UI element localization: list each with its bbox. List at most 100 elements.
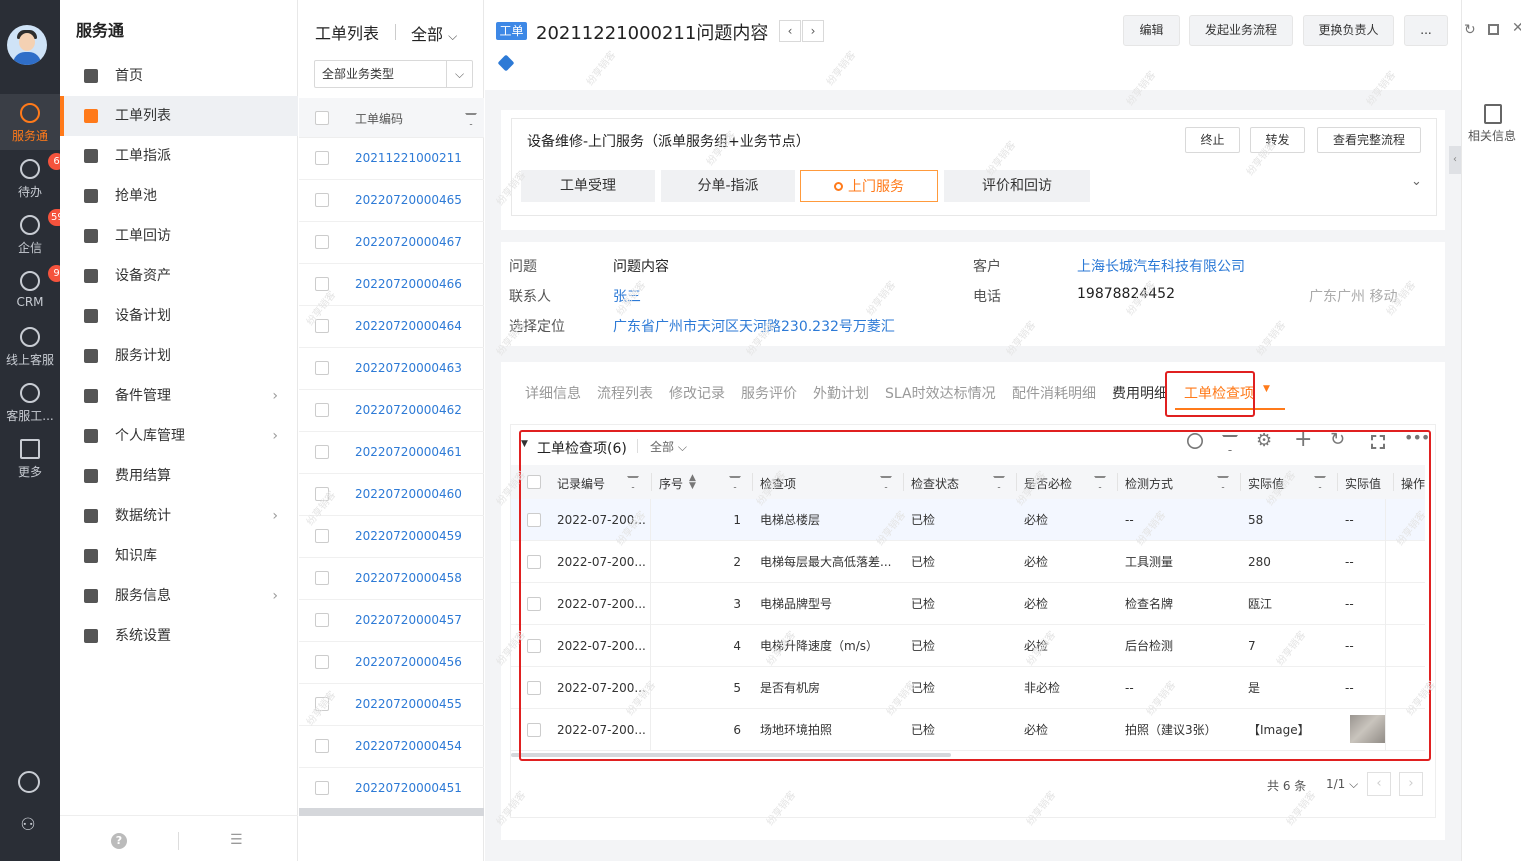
view-full-flow-button[interactable]: 查看完整流程 [1317, 127, 1421, 153]
row-checkbox[interactable] [315, 403, 329, 417]
menu-item-10[interactable]: 费用结算 [60, 456, 298, 496]
row-checkbox[interactable] [315, 781, 329, 795]
next-ticket-button[interactable]: › [802, 20, 824, 42]
record-link[interactable]: 2022-07-200... [557, 667, 649, 709]
help-icon[interactable]: ? [111, 833, 127, 849]
ticket-code-link[interactable]: 20211221000211 [355, 151, 462, 165]
ticket-code-link[interactable]: 20220720000462 [355, 403, 462, 417]
tab-3[interactable]: 服务评价 [741, 383, 797, 403]
row-checkbox[interactable] [527, 681, 541, 695]
collapse-side-handle[interactable]: ‹ [1449, 146, 1461, 174]
expand-flow-icon[interactable]: ⌄ [1411, 174, 1422, 189]
record-link[interactable]: 2022-07-200... [557, 709, 649, 751]
row-checkbox[interactable] [527, 639, 541, 653]
start-flow-button[interactable]: 发起业务流程 [1189, 15, 1293, 46]
table-scrollbar[interactable] [511, 753, 951, 757]
filter-icon[interactable] [880, 476, 892, 488]
collapse-menu-icon[interactable]: ☰ [230, 832, 246, 848]
menu-item-7[interactable]: 服务计划 [60, 336, 298, 376]
menu-item-11[interactable]: 数据统计 › [60, 496, 298, 536]
next-page-button[interactable]: › [1399, 772, 1423, 796]
table-row[interactable]: 2022-07-200... 4 电梯升降速度（m/s） 已检 必检 后台检测 7 -- [511, 625, 1425, 667]
list-item[interactable]: 20220720000458 [299, 558, 484, 600]
list-item[interactable]: 20211221000211 [299, 138, 484, 180]
table-filter-dropdown[interactable]: 全部 ⌵ [650, 438, 687, 455]
related-info-label[interactable]: 相关信息 [1468, 127, 1516, 144]
rail-item-2[interactable]: 59 企信 [0, 206, 67, 262]
tab-0[interactable]: 详细信息 [525, 383, 581, 403]
prev-ticket-button[interactable]: ‹ [779, 20, 801, 42]
record-link[interactable]: 2022-07-200... [557, 625, 649, 667]
row-checkbox[interactable] [315, 319, 329, 333]
check-item-link[interactable]: 电梯品牌型号 [760, 583, 898, 625]
menu-item-9[interactable]: 个人库管理 › [60, 416, 298, 456]
business-type-select[interactable]: 全部业务类型 ⌵ [314, 60, 473, 88]
menu-item-3[interactable]: 抢单池 [60, 176, 298, 216]
menu-item-4[interactable]: 工单回访 [60, 216, 298, 256]
menu-item-5[interactable]: 设备资产 [60, 256, 298, 296]
row-checkbox[interactable] [315, 151, 329, 165]
ticket-code-link[interactable]: 20220720000454 [355, 739, 462, 753]
tab-8[interactable]: 工单检查项 [1184, 383, 1254, 403]
ticket-code-link[interactable]: 20220720000460 [355, 487, 462, 501]
select-all-checkbox[interactable] [315, 111, 329, 125]
ticket-code-link[interactable]: 20220720000459 [355, 529, 462, 543]
tab-5[interactable]: SLA时效达标情况 [885, 383, 996, 403]
record-link[interactable]: 2022-07-200... [557, 541, 649, 583]
ticket-code-link[interactable]: 20220720000456 [355, 655, 462, 669]
photo-thumbnail[interactable] [1350, 715, 1386, 743]
row-checkbox[interactable] [527, 513, 541, 527]
search-icon[interactable] [1187, 433, 1203, 449]
table-row[interactable]: 2022-07-200... 2 电梯每层最大高低落差... 已检 必检 工具测量 280 -… [511, 541, 1425, 583]
row-checkbox[interactable] [315, 613, 329, 627]
check-item-link[interactable]: 场地环境拍照 [760, 709, 898, 751]
select-all-rows-checkbox[interactable] [527, 475, 541, 489]
row-checkbox[interactable] [315, 277, 329, 291]
tab-6[interactable]: 配件消耗明细 [1012, 383, 1096, 403]
flow-step-accept[interactable]: 工单受理 [521, 170, 655, 202]
flow-step-onsite[interactable]: 上门服务 [800, 170, 938, 202]
ticket-code-link[interactable]: 20220720000467 [355, 235, 462, 249]
contact-link[interactable]: 张三 [613, 286, 641, 306]
refresh-page-icon[interactable]: ↻ [1464, 22, 1476, 38]
filter-icon[interactable] [1217, 476, 1229, 488]
customer-link[interactable]: 上海长城汽车科技有限公司 [1077, 256, 1245, 276]
rail-item-1[interactable]: 6 待办 [0, 150, 65, 206]
table-row[interactable]: 2022-07-200... 6 场地环境拍照 已检 必检 拍照（建议3张） 【Image】 [511, 709, 1425, 751]
rail-item-0[interactable]: 服务通 [0, 94, 60, 150]
more-icon[interactable]: ••• [1404, 428, 1430, 447]
edit-button[interactable]: 编辑 [1123, 15, 1180, 46]
filter-icon[interactable] [1222, 435, 1238, 451]
list-item[interactable]: 20220720000463 [299, 348, 484, 390]
row-checkbox[interactable] [527, 723, 541, 737]
list-item[interactable]: 20220720000466 [299, 264, 484, 306]
settings-gear-icon[interactable] [18, 771, 40, 793]
avatar[interactable] [7, 25, 47, 65]
tab-2[interactable]: 修改记录 [669, 383, 725, 403]
check-item-link[interactable]: 电梯升降速度（m/s） [760, 625, 898, 667]
list-item[interactable]: 20220720000454 [299, 726, 484, 768]
table-row[interactable]: 2022-07-200... 3 电梯品牌型号 已检 必检 检查名牌 瓯江 -- [511, 583, 1425, 625]
table-row[interactable]: 2022-07-200... 5 是否有机房 已检 非必检 -- 是 -- [511, 667, 1425, 709]
ticket-code-link[interactable]: 20220720000451 [355, 781, 462, 795]
filter-icon[interactable] [465, 113, 477, 125]
list-item[interactable]: 20220720000457 [299, 600, 484, 642]
list-filter-dropdown[interactable]: 全部 ⌵ [411, 21, 457, 45]
menu-item-12[interactable]: 知识库 [60, 536, 298, 576]
fullscreen-icon[interactable] [1371, 435, 1385, 449]
menu-item-6[interactable]: 设备计划 [60, 296, 298, 336]
prev-page-button[interactable]: ‹ [1367, 772, 1391, 796]
rail-item-5[interactable]: 客服工... [0, 374, 60, 430]
ticket-code-link[interactable]: 20220720000465 [355, 193, 462, 207]
row-checkbox[interactable] [527, 597, 541, 611]
list-item[interactable]: 20220720000462 [299, 390, 484, 432]
list-scrollbar[interactable] [299, 808, 484, 816]
list-item[interactable]: 20220720000461 [299, 432, 484, 474]
row-checkbox[interactable] [527, 555, 541, 569]
row-checkbox[interactable] [315, 193, 329, 207]
flow-step-assign[interactable]: 分单-指派 [661, 170, 795, 202]
check-item-link[interactable]: 是否有机房 [760, 667, 898, 709]
filter-icon[interactable] [627, 476, 639, 488]
record-link[interactable]: 2022-07-200... [557, 583, 649, 625]
menu-item-2[interactable]: 工单指派 [60, 136, 298, 176]
